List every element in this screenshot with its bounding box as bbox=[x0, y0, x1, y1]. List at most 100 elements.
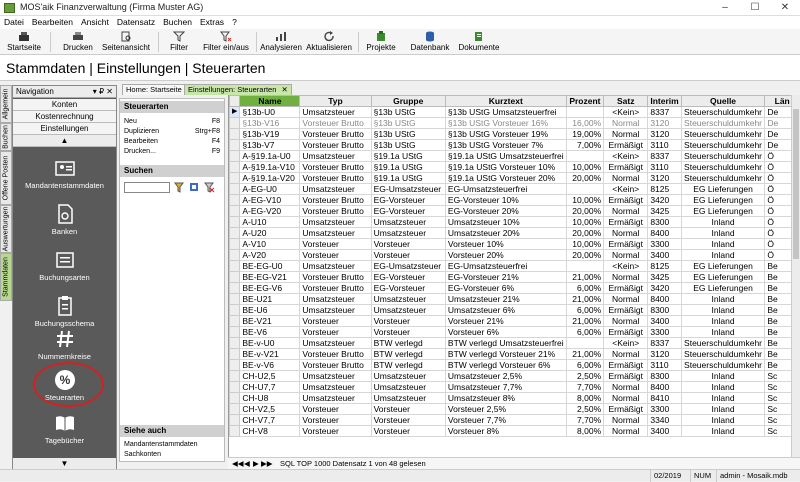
task-duplizieren[interactable]: Duplizieren Strg+F8 bbox=[124, 127, 222, 137]
table-cell[interactable]: Inland bbox=[680, 315, 766, 327]
table-row[interactable]: CH-U2,5 Umsatzsteuer Umsatzsteuer Umsatzste… bbox=[229, 370, 800, 382]
table-cell[interactable]: §19.1a UStG bbox=[370, 172, 446, 184]
table-cell[interactable]: EG Lieferungen bbox=[680, 194, 766, 206]
table-cell[interactable]: §19.1a UStG Umsatzsteuerfrei bbox=[444, 150, 567, 162]
side-tab-stammdaten[interactable]: Stammdaten bbox=[0, 253, 12, 301]
table-cell[interactable]: Vorsteuer bbox=[299, 414, 372, 426]
first-record-button[interactable]: ◀◀ bbox=[232, 458, 244, 469]
row-selector[interactable] bbox=[229, 348, 241, 360]
table-cell[interactable]: Normal bbox=[603, 315, 649, 327]
table-cell[interactable]: 8410 bbox=[647, 392, 682, 404]
menu-datei[interactable]: Datei bbox=[0, 16, 28, 28]
search-clear-icon[interactable] bbox=[204, 182, 215, 193]
table-cell[interactable]: A-EG-V10 bbox=[239, 194, 301, 206]
task-drucken[interactable]: Drucken... F9 bbox=[124, 147, 222, 157]
table-cell[interactable]: Vorsteuer 8% bbox=[444, 425, 567, 437]
nav-item-banken[interactable]: Banken bbox=[13, 199, 116, 245]
table-cell[interactable]: Vorsteuer 2,5% bbox=[444, 403, 567, 415]
side-tab-auswertungen[interactable]: Auswertungen bbox=[0, 205, 12, 253]
table-cell[interactable]: §13b UStG Vorsteuer 16% bbox=[444, 117, 567, 129]
table-row[interactable]: A-EG-V10 Vorsteuer Brutto EG-Vorsteuer EG-V… bbox=[229, 194, 800, 206]
row-selector[interactable] bbox=[229, 128, 241, 140]
table-cell[interactable]: Vorsteuer bbox=[299, 249, 372, 261]
table-row[interactable]: BE-U6 Umsatzsteuer Umsatzsteuer Umsatzsteue… bbox=[229, 304, 800, 316]
table-row[interactable]: §13b-V16 Vorsteuer Brutto §13b UStG §13b US… bbox=[229, 117, 800, 129]
table-cell[interactable]: Ermäßigt bbox=[603, 359, 649, 371]
table-cell[interactable]: EG-Vorsteuer bbox=[370, 205, 446, 217]
table-cell[interactable]: Ermäßigt bbox=[603, 194, 649, 206]
table-cell[interactable]: Vorsteuer Brutto bbox=[299, 194, 372, 206]
table-cell[interactable]: Inland bbox=[680, 425, 766, 437]
table-cell[interactable]: BE-v-V21 bbox=[239, 348, 301, 360]
nav-item-buchungsarten[interactable]: Buchungsarten bbox=[13, 245, 116, 291]
table-cell[interactable]: BTW verlegd bbox=[370, 348, 446, 360]
table-row[interactable]: A-V20 Vorsteuer Vorsteuer Vorsteuer 20% 20,0… bbox=[229, 249, 800, 261]
table-cell[interactable]: <Kein> bbox=[603, 337, 649, 349]
table-cell[interactable]: 7,70% bbox=[565, 414, 605, 426]
table-row[interactable]: A-§19.1a-U0 Umsatzsteuer §19.1a UStG §19.1a… bbox=[229, 150, 800, 162]
table-cell[interactable]: Ermäßigt bbox=[603, 282, 649, 294]
row-selector[interactable] bbox=[229, 117, 241, 129]
table-cell[interactable]: 20,00% bbox=[565, 227, 605, 239]
table-cell[interactable]: BE-U21 bbox=[239, 293, 301, 305]
nav-scroll-up[interactable]: ▲ bbox=[13, 135, 116, 147]
table-cell[interactable]: EG-Umsatzsteuerfrei bbox=[444, 183, 567, 195]
row-selector[interactable] bbox=[229, 183, 241, 195]
table-cell[interactable]: EG-Vorsteuer 20% bbox=[444, 205, 567, 217]
table-cell[interactable]: Vorsteuer Brutto bbox=[299, 205, 372, 217]
table-cell[interactable]: Umsatzsteuer 10% bbox=[444, 216, 567, 228]
tab-home[interactable]: Home: Startseite bbox=[122, 84, 186, 95]
table-cell[interactable]: §19.1a UStG Vorsteuer 20% bbox=[444, 172, 567, 184]
table-cell[interactable]: Steuerschuldumkehr bbox=[680, 106, 766, 118]
row-selector[interactable] bbox=[229, 403, 241, 415]
table-cell[interactable]: Steuerschuldumkehr bbox=[680, 359, 766, 371]
table-cell[interactable]: Umsatzsteuer bbox=[299, 216, 372, 228]
row-selector[interactable] bbox=[229, 315, 241, 327]
table-cell[interactable]: 20,00% bbox=[565, 172, 605, 184]
menu-datensatz[interactable]: Datensatz bbox=[113, 16, 159, 28]
table-cell[interactable]: 3400 bbox=[647, 425, 682, 437]
menu-buchen[interactable]: Buchen bbox=[159, 16, 196, 28]
datenbank-button[interactable]: Datenbank bbox=[408, 29, 452, 55]
projekte-button[interactable]: Projekte bbox=[364, 29, 398, 55]
table-cell[interactable]: Vorsteuer Brutto bbox=[299, 271, 372, 283]
seitenansicht-button[interactable]: Seitenansicht bbox=[100, 29, 152, 55]
table-cell[interactable]: Vorsteuer Brutto bbox=[299, 348, 372, 360]
table-cell[interactable]: EG-Vorsteuer bbox=[370, 194, 446, 206]
table-cell[interactable]: 7,00% bbox=[565, 139, 605, 151]
table-cell[interactable]: Umsatzsteuer bbox=[299, 227, 372, 239]
table-cell[interactable]: Vorsteuer bbox=[370, 425, 446, 437]
table-cell[interactable]: Normal bbox=[603, 172, 649, 184]
analysieren-button[interactable]: Analysieren bbox=[260, 29, 302, 55]
table-cell[interactable] bbox=[565, 183, 605, 195]
table-cell[interactable]: 3110 bbox=[647, 359, 682, 371]
table-row[interactable]: §13b-V19 Vorsteuer Brutto §13b UStG §13b US… bbox=[229, 128, 800, 140]
table-cell[interactable]: BE-EG-U0 bbox=[239, 260, 301, 272]
menu-ansicht[interactable]: Ansicht bbox=[77, 16, 113, 28]
table-cell[interactable]: Umsatzsteuer bbox=[299, 183, 372, 195]
table-cell[interactable]: Umsatzsteuer bbox=[299, 260, 372, 272]
table-cell[interactable]: §13b UStG Vorsteuer 19% bbox=[444, 128, 567, 140]
column-header[interactable]: Gruppe bbox=[370, 95, 446, 107]
row-selector[interactable] bbox=[229, 161, 241, 173]
table-cell[interactable]: 3120 bbox=[647, 172, 682, 184]
table-cell[interactable]: Steuerschuldumkehr bbox=[680, 128, 766, 140]
table-cell[interactable]: §13b UStG Vorsteuer 7% bbox=[444, 139, 567, 151]
table-cell[interactable]: Inland bbox=[680, 304, 766, 316]
row-selector[interactable] bbox=[229, 227, 241, 239]
table-cell[interactable]: Vorsteuer 20% bbox=[444, 249, 567, 261]
table-cell[interactable]: Umsatzsteuer bbox=[299, 392, 372, 404]
table-cell[interactable]: Umsatzsteuer bbox=[299, 370, 372, 382]
table-cell[interactable]: 6,00% bbox=[565, 282, 605, 294]
row-selector[interactable] bbox=[229, 205, 241, 217]
table-cell[interactable]: <Kein> bbox=[603, 183, 649, 195]
table-cell[interactable]: Ermäßigt bbox=[603, 370, 649, 382]
close-button[interactable]: ✕ bbox=[770, 0, 800, 16]
table-cell[interactable]: 8300 bbox=[647, 370, 682, 382]
table-cell[interactable]: Steuerschuldumkehr bbox=[680, 150, 766, 162]
table-cell[interactable]: BE-V21 bbox=[239, 315, 301, 327]
table-row[interactable]: A-V10 Vorsteuer Vorsteuer Vorsteuer 10% 10,0… bbox=[229, 238, 800, 250]
table-cell[interactable]: 2,50% bbox=[565, 370, 605, 382]
table-cell[interactable]: A-EG-U0 bbox=[239, 183, 301, 195]
table-cell[interactable]: BTW verlegd Vorsteuer 21% bbox=[444, 348, 567, 360]
